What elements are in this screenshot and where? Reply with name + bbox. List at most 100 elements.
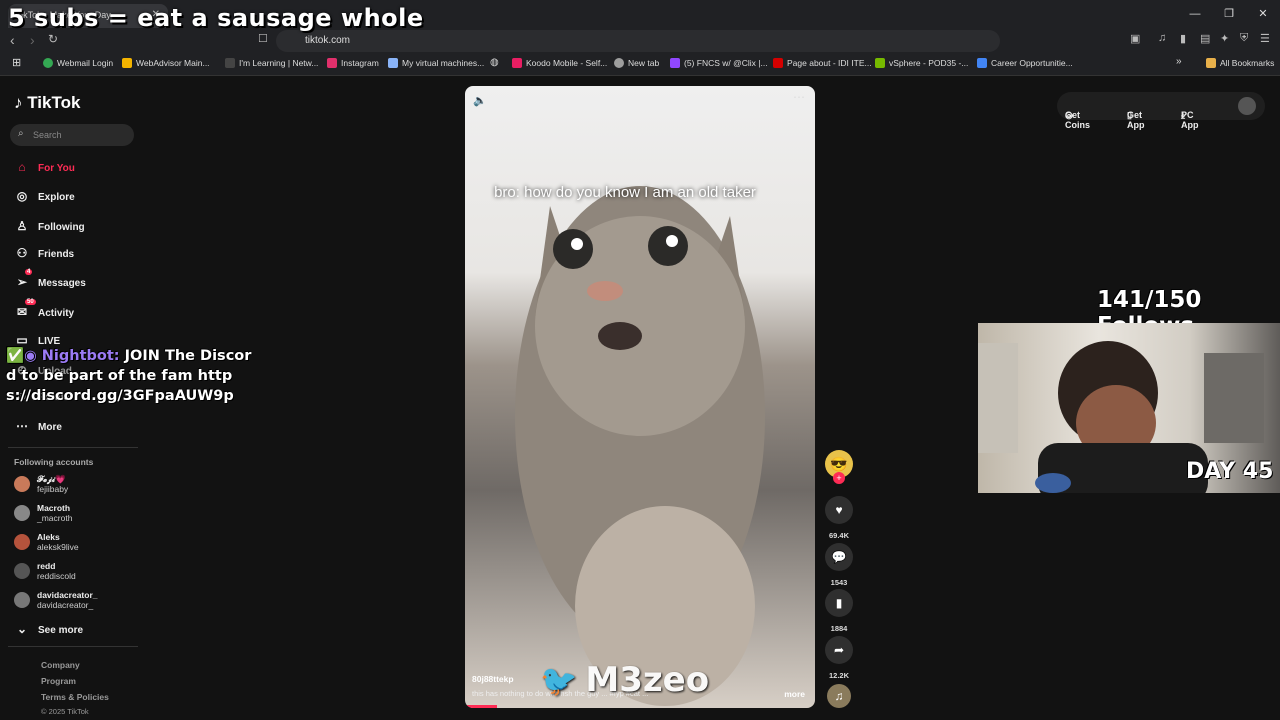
comment-icon: 💬 [825, 543, 853, 571]
video-caption: bro: how do you know I am an old taker [494, 184, 756, 201]
music-disc-icon: ♫ [827, 684, 851, 708]
chevron-down-icon: ⌄ [16, 622, 28, 636]
close-icon[interactable]: ✕ [1246, 0, 1280, 28]
nav-more[interactable]: ⋯ More [14, 419, 62, 433]
top-actions-bar: ◎ Get Coins ▯ Get App ⤓ PC App [1057, 92, 1265, 130]
reload-icon[interactable]: ↻ [48, 32, 58, 46]
all-bookmarks[interactable]: All Bookmarks [1206, 58, 1274, 68]
comment-count: 1543 [830, 578, 848, 587]
bookmark-item[interactable]: (5) FNCS w/ @Clix |... [670, 58, 768, 68]
video-progress[interactable] [465, 705, 497, 708]
bookmark-icon[interactable]: ☐ [258, 32, 268, 45]
bookmark-item[interactable]: Career Opportunitie... [977, 58, 1073, 68]
friends-icon: ⚇ [16, 246, 28, 260]
ai-icon[interactable]: ✦ [1220, 32, 1229, 45]
back-icon[interactable]: ‹ [10, 32, 15, 48]
bookmark-item[interactable]: Instagram [327, 58, 379, 68]
see-more-button[interactable]: ⌄ See more [14, 622, 83, 636]
messages-badge: 4 [25, 269, 33, 275]
live-icon: ▭ [16, 333, 28, 347]
sound-disc[interactable]: ♫ [822, 684, 856, 708]
following-icon: ♙ [16, 219, 28, 233]
media-icon[interactable]: ♫ [1158, 32, 1166, 44]
video-player[interactable]: 🔈 ⋯ bro: how do you know I am an old tak… [465, 86, 815, 708]
tiktok-logo[interactable]: ♪ TikTok [14, 93, 80, 113]
more-options-icon[interactable]: ⋯ [793, 90, 805, 104]
stream-title: 5 subs = eat a sausage whole [8, 4, 424, 32]
nav-messages[interactable]: ➢ 4 Messages [14, 269, 86, 289]
footer-company[interactable]: Company [41, 660, 80, 670]
search-placeholder: Search [33, 130, 62, 140]
maximize-icon[interactable]: ❐ [1212, 0, 1246, 28]
volume-icon[interactable]: 🔈 [473, 94, 487, 107]
nightbot-name: Nightbot: [41, 348, 120, 364]
divider [8, 646, 138, 647]
bookmark-item[interactable]: New tab [614, 58, 659, 68]
nav-explore[interactable]: ◎ Explore [14, 189, 75, 203]
home-icon: ⌂ [18, 160, 26, 174]
bookmark-favicon-icon [614, 58, 624, 68]
bookmark-favicon-icon [977, 58, 987, 68]
footer-program[interactable]: Program [41, 676, 76, 686]
apps-icon[interactable]: ⊞ [12, 56, 21, 69]
shield-icon[interactable]: ⛨ [1240, 32, 1248, 45]
bookmark-favicon-icon [875, 58, 885, 68]
forward-icon[interactable]: › [30, 32, 35, 48]
save-button[interactable]: ▮ 1884 [822, 589, 856, 633]
profile-avatar[interactable] [1238, 97, 1256, 115]
nav-live[interactable]: ▭ LIVE [14, 333, 60, 347]
nav-following[interactable]: ♙ Following [14, 219, 85, 233]
wallet-icon[interactable]: ▤ [1200, 32, 1210, 45]
bookmark-favicon-icon [225, 58, 235, 68]
activity-icon: ✉ 50 [16, 299, 36, 319]
share-icon: ➦ [825, 636, 853, 664]
bookmark-favicon-icon [122, 58, 132, 68]
bookmark-item[interactable]: I'm Learning | Netw... [225, 58, 318, 68]
share-button[interactable]: ➦ 12.2K [822, 636, 856, 680]
bookmark-item[interactable]: vSphere - POD35 -... [875, 58, 968, 68]
bookmark-favicon-icon [670, 58, 680, 68]
like-count: 69.4K [828, 531, 849, 540]
avatar [14, 534, 30, 550]
nav-friends[interactable]: ⚇ Friends [14, 246, 75, 260]
nightbot-chat-message: ✅◉ Nightbot: JOIN The Discord to be part… [6, 346, 256, 406]
comment-button[interactable]: 💬 1543 [822, 543, 856, 587]
bookmark-item[interactable]: Webmail Login [43, 58, 113, 68]
sidebar-icon[interactable]: ▣ [1130, 32, 1140, 45]
more-link[interactable]: more [784, 689, 805, 699]
tiktok-icon: ♪ [14, 93, 23, 112]
follow-plus-icon[interactable]: + [833, 472, 845, 484]
like-button[interactable]: ♥ 69.4K [822, 496, 856, 540]
avatar [14, 476, 30, 492]
avatar [14, 505, 30, 521]
panel-icon[interactable]: ▮ [1180, 32, 1186, 45]
messages-icon: ➢ 4 [16, 269, 33, 289]
bookmark-item[interactable]: Page about - IDI ITE... [773, 58, 872, 68]
day-counter: DAY 45 [1186, 459, 1274, 484]
save-count: 1884 [830, 624, 848, 633]
search-icon: ⌕ [18, 128, 24, 139]
url-bar[interactable]: tiktok.com [276, 30, 1000, 52]
search-input[interactable]: ⌕ Search [10, 124, 134, 146]
bookmark-item[interactable]: My virtual machines... [388, 58, 484, 68]
bookmark-favicon-icon [512, 58, 522, 68]
video-author[interactable]: 80j88ttekp [472, 674, 514, 684]
bookmarks-bar: ⊞ Webmail Login WebAdvisor Main... I'm L… [0, 52, 1280, 76]
nav-for-you[interactable]: ⌂ For You [14, 160, 74, 174]
minimize-icon[interactable]: — [1178, 0, 1212, 28]
menu-icon[interactable]: ☰ [1260, 32, 1270, 45]
chevron-right-icon[interactable]: » [1176, 56, 1182, 67]
nav-activity[interactable]: ✉ 50 Activity [14, 299, 74, 319]
bookmark-item[interactable]: Koodo Mobile - Self... [512, 58, 607, 68]
heart-icon: ♥ [825, 496, 853, 524]
check-icon: ✅ [6, 348, 25, 364]
creator-avatar[interactable]: 😎 + [822, 450, 856, 484]
bookmark-item[interactable]: WebAdvisor Main... [122, 58, 210, 68]
verified-icon: ◉ [24, 348, 37, 364]
share-count: 12.2K [828, 671, 849, 680]
avatar [14, 592, 30, 608]
footer-terms[interactable]: Terms & Policies [41, 692, 109, 702]
more-icon: ⋯ [16, 419, 28, 433]
bookmark-favicon-icon [327, 58, 337, 68]
following-header: Following accounts [14, 457, 94, 467]
